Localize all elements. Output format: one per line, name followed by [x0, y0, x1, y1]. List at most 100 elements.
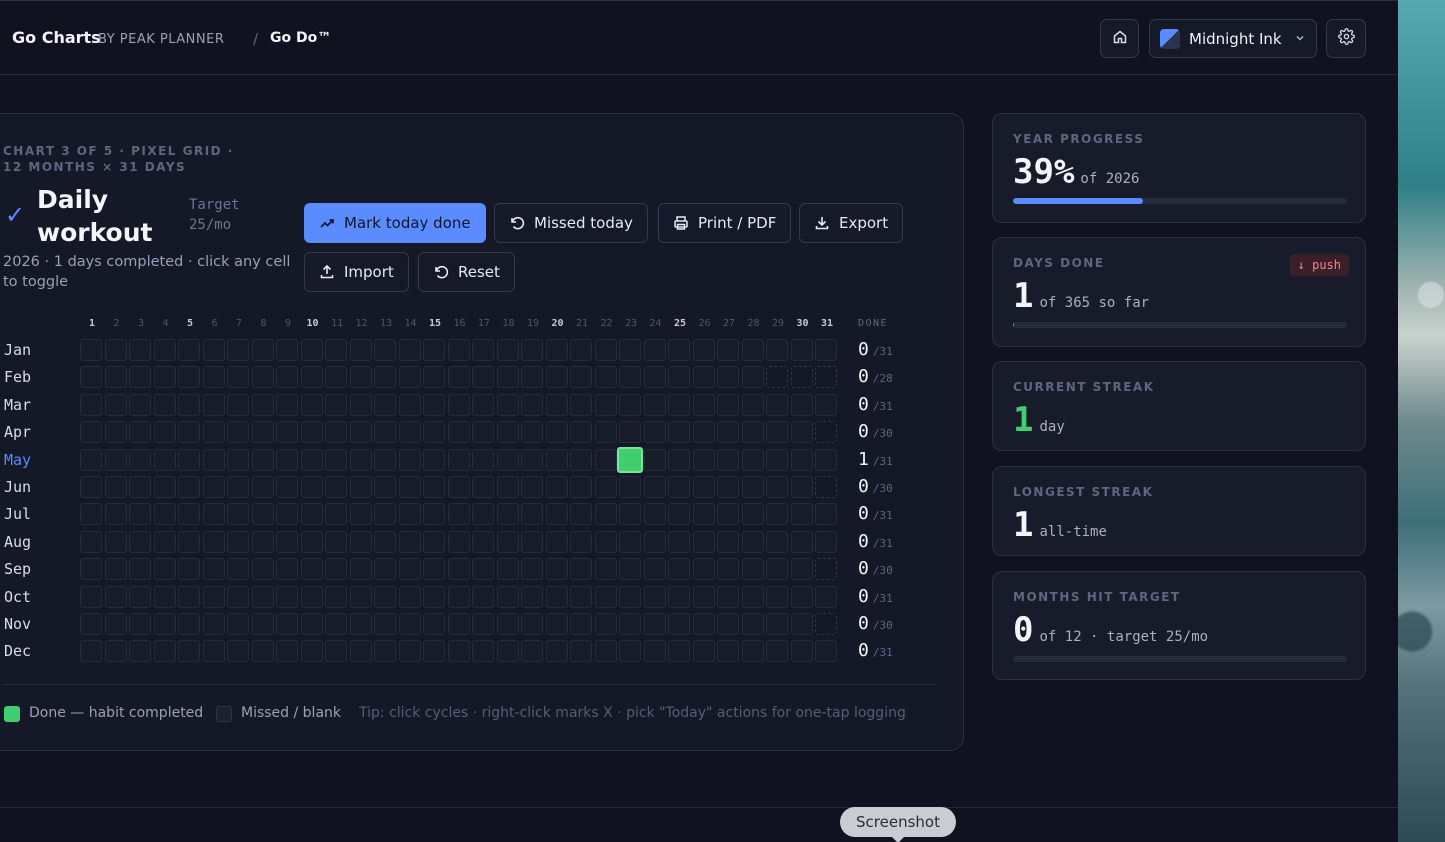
- day-cell-apr-8[interactable]: [251, 421, 274, 444]
- day-cell-sep-2[interactable]: [104, 558, 127, 581]
- day-cell-feb-27[interactable]: [717, 366, 739, 389]
- day-cell-aug-26[interactable]: [692, 530, 715, 553]
- day-cell-dec-11[interactable]: [325, 640, 347, 663]
- mark-today-done-button[interactable]: Mark today done: [304, 203, 486, 243]
- day-cell-mar-26[interactable]: [692, 393, 715, 416]
- day-cell-apr-17[interactable]: [472, 421, 494, 444]
- day-cell-nov-5[interactable]: [178, 613, 200, 635]
- day-cell-may-9[interactable]: [276, 448, 298, 471]
- day-cell-oct-6[interactable]: [202, 585, 225, 608]
- day-cell-jun-24[interactable]: [643, 476, 666, 498]
- day-cell-apr-7[interactable]: [227, 421, 249, 444]
- day-cell-may-31[interactable]: [815, 448, 837, 471]
- day-cell-jan-13[interactable]: [374, 339, 396, 361]
- day-cell-jul-8[interactable]: [251, 503, 274, 526]
- day-cell-jul-27[interactable]: [717, 503, 739, 526]
- day-cell-jul-15[interactable]: [423, 503, 445, 526]
- day-cell-may-29[interactable]: [766, 448, 788, 471]
- day-cell-may-26[interactable]: [692, 448, 715, 471]
- day-cell-mar-11[interactable]: [325, 393, 347, 416]
- day-cell-feb-15[interactable]: [423, 366, 445, 389]
- day-cell-aug-31[interactable]: [815, 530, 837, 553]
- day-cell-jun-15[interactable]: [423, 476, 445, 498]
- day-cell-jul-6[interactable]: [202, 503, 225, 526]
- day-cell-aug-23[interactable]: [619, 530, 641, 553]
- day-cell-aug-30[interactable]: [790, 530, 813, 553]
- day-cell-oct-27[interactable]: [717, 585, 739, 608]
- day-cell-jan-16[interactable]: [447, 339, 470, 361]
- day-cell-nov-21[interactable]: [570, 613, 592, 635]
- day-cell-nov-26[interactable]: [692, 613, 715, 635]
- day-cell-apr-6[interactable]: [202, 421, 225, 444]
- day-cell-apr-4[interactable]: [153, 421, 176, 444]
- day-cell-mar-12[interactable]: [349, 393, 372, 416]
- day-cell-may-30[interactable]: [790, 448, 813, 471]
- day-cell-oct-24[interactable]: [643, 585, 666, 608]
- day-cell-oct-29[interactable]: [766, 585, 788, 608]
- day-cell-jul-31[interactable]: [815, 503, 837, 526]
- day-cell-sep-24[interactable]: [643, 558, 666, 581]
- day-cell-dec-1[interactable]: [80, 640, 102, 663]
- day-cell-dec-28[interactable]: [741, 640, 764, 663]
- day-cell-apr-29[interactable]: [766, 421, 788, 444]
- day-cell-jun-13[interactable]: [374, 476, 396, 498]
- day-cell-jun-9[interactable]: [276, 476, 298, 498]
- day-cell-jan-4[interactable]: [153, 339, 176, 361]
- day-cell-sep-30[interactable]: [790, 558, 813, 581]
- day-cell-oct-21[interactable]: [570, 585, 592, 608]
- day-cell-jul-16[interactable]: [447, 503, 470, 526]
- missed-today-button[interactable]: Missed today: [494, 203, 648, 243]
- day-cell-sep-5[interactable]: [178, 558, 200, 581]
- day-cell-jan-22[interactable]: [594, 339, 617, 361]
- day-cell-mar-28[interactable]: [741, 393, 764, 416]
- day-cell-nov-20[interactable]: [545, 613, 568, 635]
- day-cell-jan-17[interactable]: [472, 339, 494, 361]
- day-cell-sep-1[interactable]: [80, 558, 102, 581]
- day-cell-sep-19[interactable]: [521, 558, 543, 581]
- day-cell-jun-27[interactable]: [717, 476, 739, 498]
- day-cell-oct-16[interactable]: [447, 585, 470, 608]
- day-cell-aug-1[interactable]: [80, 530, 102, 553]
- day-cell-apr-21[interactable]: [570, 421, 592, 444]
- day-cell-dec-13[interactable]: [374, 640, 396, 663]
- day-cell-mar-31[interactable]: [815, 393, 837, 416]
- day-cell-oct-11[interactable]: [325, 585, 347, 608]
- day-cell-jun-6[interactable]: [202, 476, 225, 498]
- day-cell-jan-21[interactable]: [570, 339, 592, 361]
- day-cell-jun-7[interactable]: [227, 476, 249, 498]
- day-cell-dec-20[interactable]: [545, 640, 568, 663]
- day-cell-jan-12[interactable]: [349, 339, 372, 361]
- day-cell-oct-25[interactable]: [668, 585, 690, 608]
- day-cell-sep-29[interactable]: [766, 558, 788, 581]
- day-cell-jul-7[interactable]: [227, 503, 249, 526]
- day-cell-sep-10[interactable]: [300, 558, 323, 581]
- day-cell-jul-30[interactable]: [790, 503, 813, 526]
- day-cell-jun-10[interactable]: [300, 476, 323, 498]
- day-cell-sep-26[interactable]: [692, 558, 715, 581]
- day-cell-dec-3[interactable]: [129, 640, 151, 663]
- day-cell-apr-10[interactable]: [300, 421, 323, 444]
- day-cell-mar-27[interactable]: [717, 393, 739, 416]
- day-cell-dec-24[interactable]: [643, 640, 666, 663]
- day-cell-mar-7[interactable]: [227, 393, 249, 416]
- day-cell-feb-10[interactable]: [300, 366, 323, 389]
- day-cell-oct-23[interactable]: [619, 585, 641, 608]
- day-cell-apr-2[interactable]: [104, 421, 127, 444]
- day-cell-dec-8[interactable]: [251, 640, 274, 663]
- day-cell-nov-28[interactable]: [741, 613, 764, 635]
- day-cell-jan-19[interactable]: [521, 339, 543, 361]
- day-cell-jun-12[interactable]: [349, 476, 372, 498]
- day-cell-sep-17[interactable]: [472, 558, 494, 581]
- day-cell-feb-16[interactable]: [447, 366, 470, 389]
- day-cell-may-2[interactable]: [104, 448, 127, 471]
- day-cell-aug-22[interactable]: [594, 530, 617, 553]
- day-cell-jul-14[interactable]: [398, 503, 421, 526]
- day-cell-sep-12[interactable]: [349, 558, 372, 581]
- day-cell-oct-9[interactable]: [276, 585, 298, 608]
- day-cell-oct-20[interactable]: [545, 585, 568, 608]
- day-cell-aug-6[interactable]: [202, 530, 225, 553]
- day-cell-jun-1[interactable]: [80, 476, 102, 498]
- day-cell-jun-26[interactable]: [692, 476, 715, 498]
- day-cell-jan-8[interactable]: [251, 339, 274, 361]
- day-cell-mar-21[interactable]: [570, 393, 592, 416]
